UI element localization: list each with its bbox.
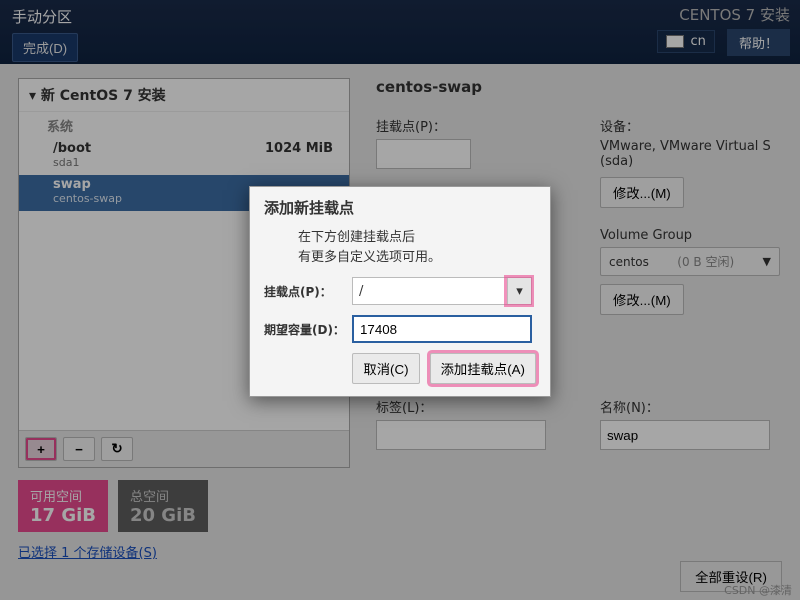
dlg-cap-input[interactable] <box>352 315 532 343</box>
dialog-desc1: 在下方创建挂载点后 <box>298 228 536 248</box>
dlg-cancel-button[interactable]: 取消(C) <box>352 353 419 384</box>
dialog-desc2: 有更多自定义选项可用。 <box>298 248 536 268</box>
dlg-mount-value: / <box>353 284 507 299</box>
chevron-down-icon[interactable]: ▾ <box>507 278 531 304</box>
dlg-mount-combo[interactable]: / ▾ <box>352 277 532 305</box>
modal-overlay: 添加新挂载点 在下方创建挂载点后 有更多自定义选项可用。 挂载点(P)： / ▾… <box>0 0 800 600</box>
add-mountpoint-dialog: 添加新挂载点 在下方创建挂载点后 有更多自定义选项可用。 挂载点(P)： / ▾… <box>249 186 551 397</box>
dialog-title: 添加新挂载点 <box>264 197 536 218</box>
dlg-add-button[interactable]: 添加挂载点(A) <box>430 353 536 384</box>
dlg-mount-label: 挂载点(P)： <box>264 283 346 300</box>
dlg-cap-label: 期望容量(D)： <box>264 321 346 338</box>
